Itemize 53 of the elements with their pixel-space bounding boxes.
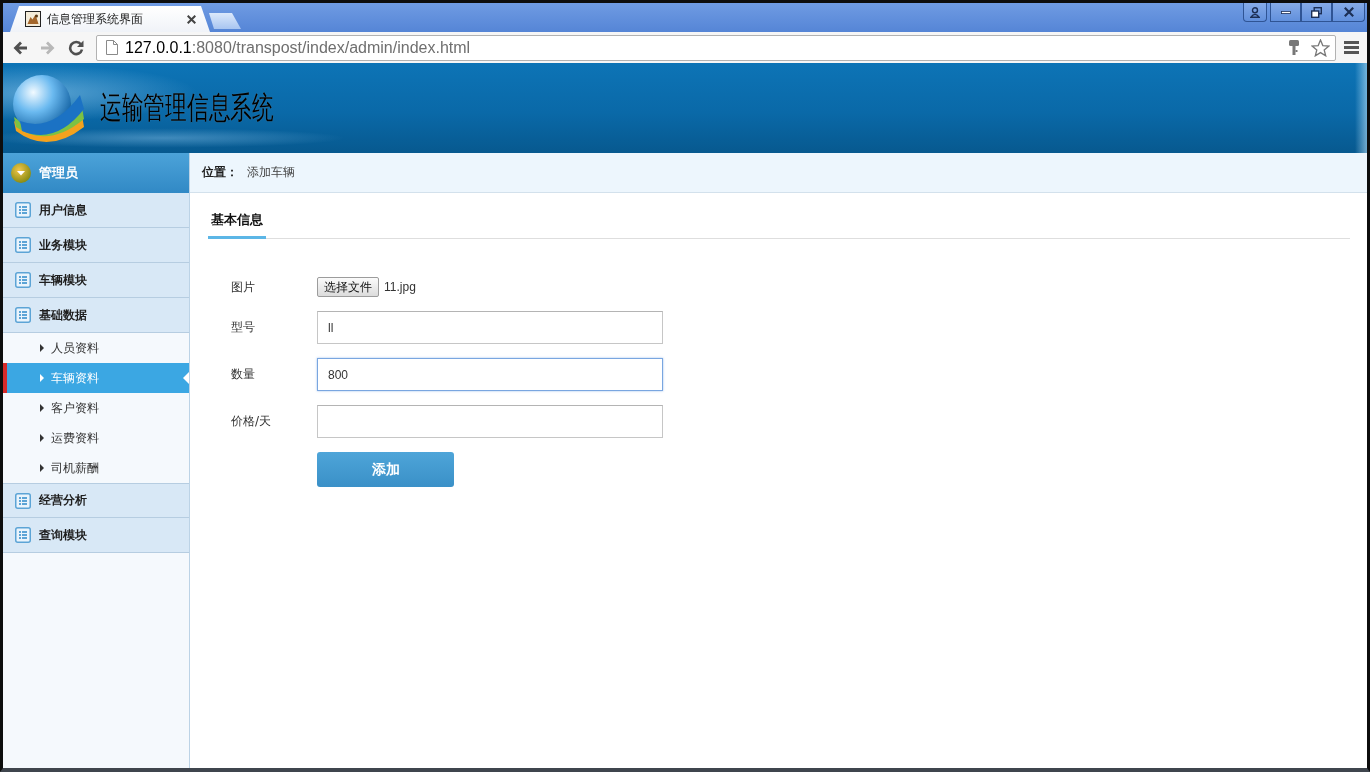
triangle-bullet-icon bbox=[40, 404, 44, 412]
person-icon bbox=[1250, 6, 1260, 18]
field-label: 图片 bbox=[231, 278, 256, 296]
menu-item[interactable]: 经营分析 bbox=[3, 483, 189, 518]
minimize-button[interactable] bbox=[1270, 3, 1301, 22]
input-field[interactable] bbox=[317, 405, 663, 438]
menu-icon[interactable] bbox=[1344, 41, 1359, 54]
submenu-item[interactable]: 客户资料 bbox=[3, 393, 189, 423]
submenu-item[interactable]: 人员资料 bbox=[3, 333, 189, 363]
file-name: 11.jpg bbox=[384, 280, 416, 294]
triangle-bullet-icon bbox=[40, 344, 44, 352]
field-label: 型号 bbox=[231, 319, 256, 336]
system-title: 运输管理信息系统 bbox=[100, 88, 274, 127]
current-page-text: 添加车辆 bbox=[247, 164, 295, 181]
list-icon bbox=[15, 492, 31, 509]
star-icon[interactable] bbox=[1311, 38, 1330, 57]
address-bar[interactable]: 127.0.0.1:8080/transpost/index/admin/index.html bbox=[96, 34, 1336, 61]
restore-icon bbox=[1311, 6, 1322, 18]
minimize-icon bbox=[1280, 10, 1291, 14]
window-close-button[interactable] bbox=[1332, 3, 1365, 22]
reload-icon[interactable] bbox=[68, 39, 84, 56]
input-field[interactable]: ll bbox=[317, 311, 663, 344]
triangle-bullet-icon bbox=[40, 434, 44, 442]
list-icon bbox=[15, 527, 31, 543]
list-icon bbox=[15, 202, 31, 218]
triangle-bullet-icon bbox=[40, 464, 44, 472]
menu-item[interactable]: 查询模块 bbox=[3, 518, 189, 553]
key-icon[interactable] bbox=[1289, 39, 1299, 56]
menu-item[interactable]: 基础数据 bbox=[3, 298, 189, 333]
location-label: 位置： bbox=[202, 164, 238, 181]
page-icon bbox=[106, 40, 118, 55]
triangle-bullet-icon bbox=[40, 374, 44, 382]
submenu-item[interactable]: 运费资料 bbox=[3, 423, 189, 453]
close-icon[interactable] bbox=[187, 14, 196, 24]
list-icon bbox=[15, 272, 31, 288]
menu-item[interactable]: 业务模块 bbox=[3, 228, 189, 263]
choose-file-button[interactable]: 选择文件 bbox=[317, 277, 379, 297]
list-icon bbox=[15, 307, 31, 323]
browser-tab[interactable]: 信息管理系统界面 bbox=[10, 6, 210, 32]
restore-button[interactable] bbox=[1301, 3, 1332, 22]
input-field[interactable]: 800 bbox=[317, 358, 663, 391]
list-icon bbox=[15, 237, 31, 253]
dropdown-circle-icon bbox=[11, 163, 31, 183]
form-tab[interactable]: 基本信息 bbox=[208, 210, 266, 239]
menu-item[interactable]: 用户信息 bbox=[3, 193, 189, 228]
favicon-icon bbox=[25, 11, 41, 27]
menu-item[interactable]: 车辆模块 bbox=[3, 263, 189, 298]
field-label: 价格/天 bbox=[231, 413, 273, 430]
close-icon bbox=[1343, 7, 1354, 17]
submenu-item[interactable]: 司机薪酬 bbox=[3, 453, 189, 483]
profile-button[interactable] bbox=[1243, 3, 1267, 22]
back-arrow-icon[interactable] bbox=[12, 39, 28, 56]
field-label: 数量 bbox=[231, 366, 256, 383]
